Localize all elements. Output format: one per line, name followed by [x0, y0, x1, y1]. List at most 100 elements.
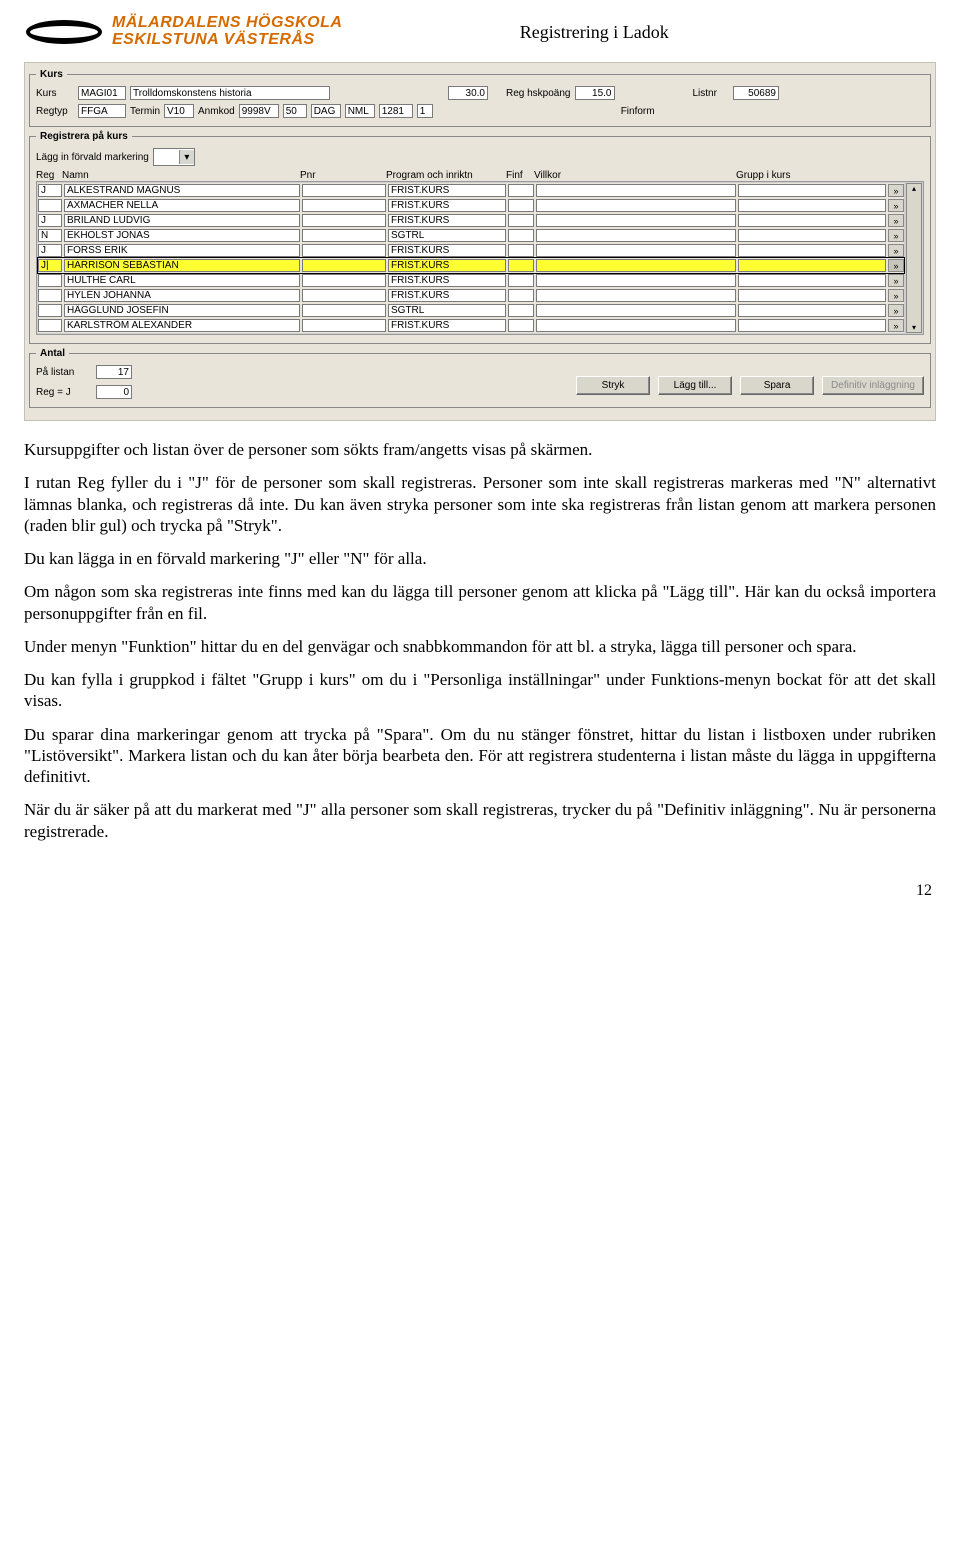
label-kurs: Kurs — [36, 88, 74, 99]
label-finform: Finform — [621, 106, 655, 117]
antal-group: Antal På listan 17 Reg = J 0 Stryk Lägg … — [29, 348, 931, 408]
table-row[interactable]: JALKESTRAND MAGNUSFRIST.KURS» — [38, 183, 904, 198]
cell-reg[interactable]: J — [38, 214, 62, 227]
cell-finf — [508, 244, 534, 257]
cell-reg[interactable]: J — [38, 184, 62, 197]
label-pa-listan: På listan — [36, 367, 86, 378]
field-num2[interactable]: 1 — [417, 104, 433, 118]
cell-prog: FRIST.KURS — [388, 319, 506, 332]
row-expand-button[interactable]: » — [888, 184, 904, 197]
paragraph: Om någon som ska registreras inte finns … — [24, 581, 936, 624]
cell-namn: HULTHE CARL — [64, 274, 300, 287]
field-nml[interactable]: NML — [345, 104, 375, 118]
row-expand-button[interactable]: » — [888, 199, 904, 212]
field-dag[interactable]: DAG — [311, 104, 341, 118]
table-row[interactable]: HULTHE CARLFRIST.KURS» — [38, 273, 904, 288]
cell-pnr — [302, 319, 386, 332]
chevron-down-icon: ▾ — [179, 150, 194, 164]
label-anmkod: Anmkod — [198, 106, 235, 117]
table-row[interactable]: AXMACHER NELLAFRIST.KURS» — [38, 198, 904, 213]
cell-finf — [508, 259, 534, 272]
paragraph: Du sparar dina markeringar genom att try… — [24, 724, 936, 788]
cell-reg[interactable]: N — [38, 229, 62, 242]
cell-grupp[interactable] — [738, 184, 886, 197]
cell-grupp[interactable] — [738, 214, 886, 227]
antal-legend: Antal — [36, 348, 69, 359]
scroll-down-icon: ▾ — [912, 323, 916, 332]
field-num1[interactable]: 1281 — [379, 104, 413, 118]
definitiv-button[interactable]: Definitiv inläggning — [822, 376, 924, 395]
cell-grupp[interactable] — [738, 244, 886, 257]
cell-grupp[interactable] — [738, 289, 886, 302]
cell-grupp[interactable] — [738, 199, 886, 212]
cell-reg[interactable] — [38, 304, 62, 317]
cell-villkor — [536, 244, 736, 257]
col-finf: Finf — [506, 170, 532, 181]
row-expand-button[interactable]: » — [888, 214, 904, 227]
field-termin[interactable]: V10 — [164, 104, 194, 118]
cell-grupp[interactable] — [738, 274, 886, 287]
table-row[interactable]: JFORSS ERIKFRIST.KURS» — [38, 243, 904, 258]
table-row[interactable]: NEKHOLST JONASSGTRL» — [38, 228, 904, 243]
cell-finf — [508, 184, 534, 197]
row-expand-button[interactable]: » — [888, 229, 904, 242]
lagg-till-button[interactable]: Lägg till... — [658, 376, 732, 395]
paragraph: Du kan fylla i gruppkod i fältet "Grupp … — [24, 669, 936, 712]
row-expand-button[interactable]: » — [888, 244, 904, 257]
spara-button[interactable]: Spara — [740, 376, 814, 395]
row-expand-button[interactable]: » — [888, 304, 904, 317]
cell-reg[interactable]: J| — [38, 259, 62, 272]
field-kurs-name[interactable]: Trolldomskonstens historia — [130, 86, 330, 100]
forvald-combo[interactable]: ▾ — [153, 148, 195, 166]
field-anm2[interactable]: 50 — [283, 104, 307, 118]
cell-reg[interactable]: J — [38, 244, 62, 257]
cell-pnr — [302, 214, 386, 227]
cell-villkor — [536, 184, 736, 197]
cell-reg[interactable] — [38, 319, 62, 332]
cell-namn: ALKESTRAND MAGNUS — [64, 184, 300, 197]
row-expand-button[interactable]: » — [888, 259, 904, 272]
cell-reg[interactable] — [38, 289, 62, 302]
table-row[interactable]: HYLÉN JOHANNAFRIST.KURS» — [38, 288, 904, 303]
row-expand-button[interactable]: » — [888, 319, 904, 332]
cell-reg[interactable] — [38, 199, 62, 212]
row-expand-button[interactable]: » — [888, 274, 904, 287]
scroll-up-icon: ▴ — [912, 184, 916, 193]
cell-grupp[interactable] — [738, 319, 886, 332]
col-grupp: Grupp i kurs — [736, 170, 888, 181]
field-reg-hsk[interactable]: 15.0 — [575, 86, 615, 100]
page-header: MÄLARDALENS HÖGSKOLA ESKILSTUNA VÄSTERÅS… — [24, 12, 936, 52]
cell-pnr — [302, 304, 386, 317]
paragraph: Du kan lägga in en förvald markering "J"… — [24, 548, 936, 569]
cell-grupp[interactable] — [738, 229, 886, 242]
table-row[interactable]: J|HARRISON SEBASTIANFRIST.KURS» — [38, 258, 904, 273]
registrera-legend: Registrera på kurs — [36, 131, 132, 142]
table-row[interactable]: JBRILAND LUDVIGFRIST.KURS» — [38, 213, 904, 228]
col-reg: Reg — [36, 170, 60, 181]
field-anmkod[interactable]: 9998V — [239, 104, 279, 118]
table-row[interactable]: KARLSTRÖM ALEXANDERFRIST.KURS» — [38, 318, 904, 333]
field-listnr[interactable]: 50689 — [733, 86, 779, 100]
table-row[interactable]: HÄGGLUND JOSEFINSGTRL» — [38, 303, 904, 318]
cell-grupp[interactable] — [738, 259, 886, 272]
cell-finf — [508, 304, 534, 317]
cell-reg[interactable] — [38, 274, 62, 287]
cell-finf — [508, 274, 534, 287]
cell-prog: FRIST.KURS — [388, 259, 506, 272]
field-regtyp[interactable]: FFGA — [78, 104, 126, 118]
registrera-group: Registrera på kurs Lägg in förvald marke… — [29, 131, 931, 344]
table-scrollbar[interactable]: ▴ ▾ — [906, 183, 922, 333]
cell-namn: EKHOLST JONAS — [64, 229, 300, 242]
col-pnr: Pnr — [300, 170, 384, 181]
cell-grupp[interactable] — [738, 304, 886, 317]
cell-villkor — [536, 259, 736, 272]
field-points[interactable]: 30.0 — [448, 86, 488, 100]
col-prog: Program och inriktn — [386, 170, 504, 181]
cell-villkor — [536, 289, 736, 302]
stryk-button[interactable]: Stryk — [576, 376, 650, 395]
row-expand-button[interactable]: » — [888, 289, 904, 302]
field-reg-j: 0 — [96, 385, 132, 399]
cell-namn: HYLÉN JOHANNA — [64, 289, 300, 302]
cell-namn: AXMACHER NELLA — [64, 199, 300, 212]
field-kurs-code[interactable]: MAGI01 — [78, 86, 126, 100]
